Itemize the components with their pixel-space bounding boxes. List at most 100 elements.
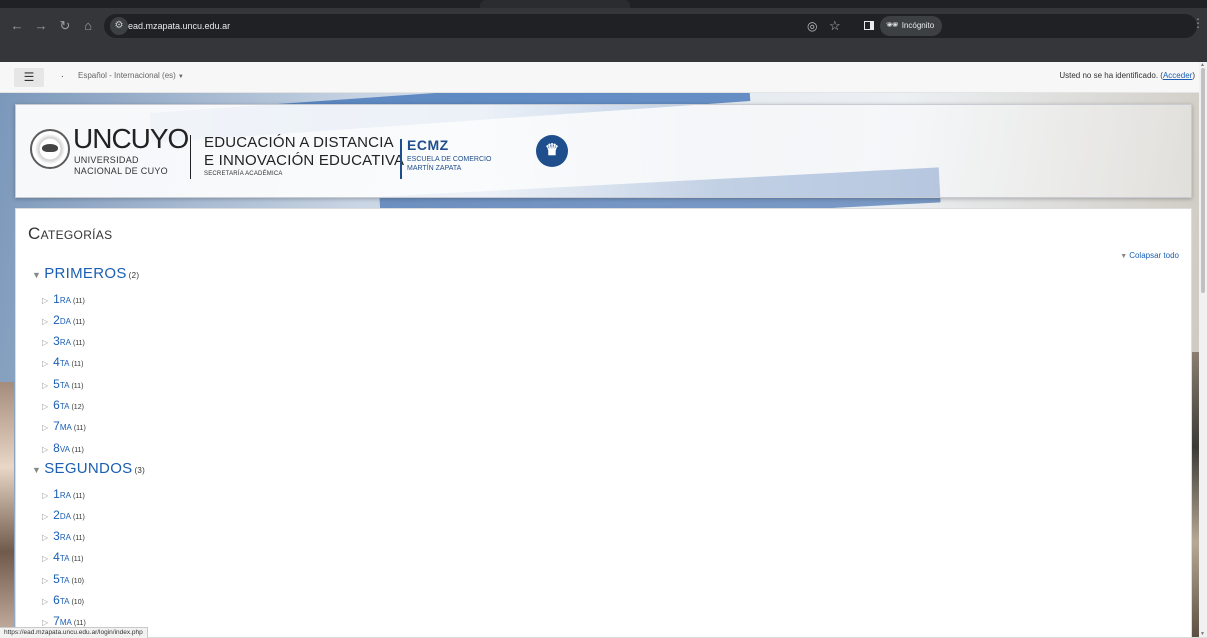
- category-name[interactable]: PRIMEROS: [44, 265, 126, 282]
- category-name[interactable]: SEGUNDOS: [44, 460, 132, 477]
- eye-off-icon[interactable]: ◎: [807, 14, 817, 38]
- address-bar[interactable]: ⚙ ead.mzapata.uncu.edu.ar ◎ ☆ 🕶 Incógnito: [104, 14, 1197, 38]
- active-tab[interactable]: [480, 0, 630, 8]
- caret-right-icon[interactable]: ▷: [42, 423, 48, 432]
- subcategory-name[interactable]: 8va: [53, 441, 70, 455]
- subcategory-name[interactable]: 7ma: [53, 614, 72, 628]
- incognito-label: Incógnito: [901, 21, 935, 30]
- subcategory-item[interactable]: ▷ 3ra (11): [42, 529, 85, 543]
- uncuyo-title[interactable]: UNCUYO: [73, 123, 189, 155]
- star-icon[interactable]: ☆: [829, 14, 841, 38]
- subcategory-count: (11): [71, 383, 84, 390]
- subcategory-count: (11): [72, 298, 85, 305]
- subcategory-item[interactable]: ▷ 1ra (11): [42, 487, 85, 501]
- url-text[interactable]: ead.mzapata.uncu.edu.ar: [128, 14, 230, 38]
- subcategory-count: (11): [73, 425, 86, 432]
- subcategory-name[interactable]: 4ta: [53, 550, 69, 564]
- subcategory-count: (11): [71, 447, 84, 454]
- subcategory-item[interactable]: ▷ 3ra (11): [42, 334, 85, 348]
- menu-icon[interactable]: ☰: [14, 68, 44, 87]
- subcategory-item[interactable]: ▷ 5ta (11): [42, 377, 83, 391]
- scroll-down-icon[interactable]: ▼: [1200, 631, 1205, 637]
- subcategory-item[interactable]: ▷ 6ta (12): [42, 398, 84, 412]
- subcategory-name[interactable]: 3ra: [53, 529, 71, 543]
- reload-icon[interactable]: ↻: [54, 15, 76, 37]
- subcategory-name[interactable]: 2da: [53, 313, 71, 327]
- login-link[interactable]: Acceder: [1163, 71, 1192, 80]
- forward-icon[interactable]: →: [30, 15, 52, 37]
- subcategory-name[interactable]: 5ta: [53, 572, 69, 586]
- login-info: Usted no se ha identificado. (Acceder): [1059, 71, 1195, 80]
- navbar-separator: .: [61, 69, 64, 80]
- caret-right-icon[interactable]: ▷: [42, 445, 48, 454]
- caret-right-icon[interactable]: ▷: [42, 618, 48, 627]
- caret-right-icon[interactable]: ▷: [42, 491, 48, 500]
- caret-right-icon[interactable]: ▷: [42, 402, 48, 411]
- page-title: Categorías: [28, 224, 113, 243]
- caret-right-icon[interactable]: ▷: [42, 533, 48, 542]
- subcategory-name[interactable]: 1ra: [53, 292, 71, 306]
- subcategory-count: (11): [72, 514, 85, 521]
- ecmz-subtitle-2: MARTÍN ZAPATA: [407, 165, 462, 172]
- side-panel-icon[interactable]: [864, 21, 874, 30]
- subcategory-item[interactable]: ▷ 7ma (11): [42, 419, 86, 433]
- category-segundos[interactable]: ▼ SEGUNDOS (3): [32, 460, 145, 477]
- background-photo-edge: [0, 382, 14, 637]
- caret-right-icon[interactable]: ▷: [42, 317, 48, 326]
- subcategory-item[interactable]: ▷ 6ta (10): [42, 593, 84, 607]
- browser-toolbar: ← → ↻ ⌂ ⚙ ead.mzapata.uncu.edu.ar ◎ ☆ 🕶 I…: [0, 11, 1207, 41]
- collapse-all-link[interactable]: ▼ Colapsar todo: [1120, 251, 1179, 260]
- caret-down-icon[interactable]: ▼: [32, 465, 41, 475]
- caret-right-icon[interactable]: ▷: [42, 338, 48, 347]
- subcategory-name[interactable]: 6ta: [53, 593, 69, 607]
- back-icon[interactable]: ←: [6, 15, 28, 37]
- subcategory-item[interactable]: ▷ 1ra (11): [42, 292, 85, 306]
- subcategory-count: (11): [72, 340, 85, 347]
- language-selector[interactable]: Español - Internacional (es) ▼: [78, 71, 184, 80]
- home-icon[interactable]: ⌂: [77, 15, 99, 37]
- uncuyo-subtitle-1: UNIVERSIDAD: [74, 155, 139, 165]
- caret-right-icon[interactable]: ▷: [42, 554, 48, 563]
- subcategory-name[interactable]: 1ra: [53, 487, 71, 501]
- login-close: ): [1192, 71, 1195, 80]
- subcategory-count: (11): [72, 535, 85, 542]
- caret-right-icon[interactable]: ▷: [42, 359, 48, 368]
- subcategory-item[interactable]: ▷ 4ta (11): [42, 550, 83, 564]
- caret-right-icon[interactable]: ▷: [42, 381, 48, 390]
- collapse-all-label: Colapsar todo: [1129, 251, 1179, 260]
- subcategory-item[interactable]: ▷ 2da (11): [42, 313, 85, 327]
- chevron-down-icon: ▼: [177, 74, 184, 80]
- subcategory-count: (10): [71, 599, 84, 606]
- subcategory-name[interactable]: 4ta: [53, 355, 69, 369]
- subcategory-item[interactable]: ▷ 7ma (11): [42, 614, 86, 628]
- subcategory-item[interactable]: ▷ 4ta (11): [42, 355, 83, 369]
- language-label: Español - Internacional (es): [78, 71, 176, 80]
- caret-down-icon[interactable]: ▼: [32, 270, 41, 280]
- subcategory-name[interactable]: 7ma: [53, 419, 72, 433]
- login-text: Usted no se ha identificado. (: [1059, 71, 1163, 80]
- subcategory-item[interactable]: ▷ 8va (11): [42, 441, 84, 455]
- caret-right-icon[interactable]: ▷: [42, 597, 48, 606]
- caret-right-icon[interactable]: ▷: [42, 512, 48, 521]
- site-settings-icon[interactable]: ⚙: [110, 17, 128, 35]
- incognito-badge[interactable]: 🕶 Incógnito: [880, 16, 943, 36]
- ead-title-line2: E INNOVACIÓN EDUCATIVA: [204, 152, 405, 169]
- subcategory-name[interactable]: 3ra: [53, 334, 71, 348]
- site-header: UNCUYO UNIVERSIDAD NACIONAL DE CUYO EDUC…: [15, 104, 1192, 198]
- subcategory-name[interactable]: 5ta: [53, 377, 69, 391]
- subcategory-name[interactable]: 2da: [53, 508, 71, 522]
- browser-chrome: ← → ↻ ⌂ ⚙ ead.mzapata.uncu.edu.ar ◎ ☆ 🕶 I…: [0, 0, 1207, 62]
- caret-right-icon[interactable]: ▷: [42, 296, 48, 305]
- category-primeros[interactable]: ▼ PRIMEROS (2): [32, 265, 139, 282]
- subcategory-name[interactable]: 6ta: [53, 398, 69, 412]
- caret-right-icon[interactable]: ▷: [42, 576, 48, 585]
- scrollbar-thumb[interactable]: [1201, 68, 1205, 293]
- caret-down-icon: ▼: [1120, 253, 1128, 260]
- subcategory-item[interactable]: ▷ 2da (11): [42, 508, 85, 522]
- uncuyo-seal-logo[interactable]: [30, 129, 70, 169]
- subcategory-item[interactable]: ▷ 5ta (10): [42, 572, 84, 586]
- page-viewport: ☰ . Español - Internacional (es) ▼ Usted …: [0, 62, 1207, 637]
- page-scrollbar[interactable]: ▲ ▼: [1199, 62, 1207, 637]
- kebab-menu-icon[interactable]: ⋮: [1192, 11, 1204, 35]
- ead-title-line1: EDUCACIÓN A DISTANCIA: [204, 134, 394, 151]
